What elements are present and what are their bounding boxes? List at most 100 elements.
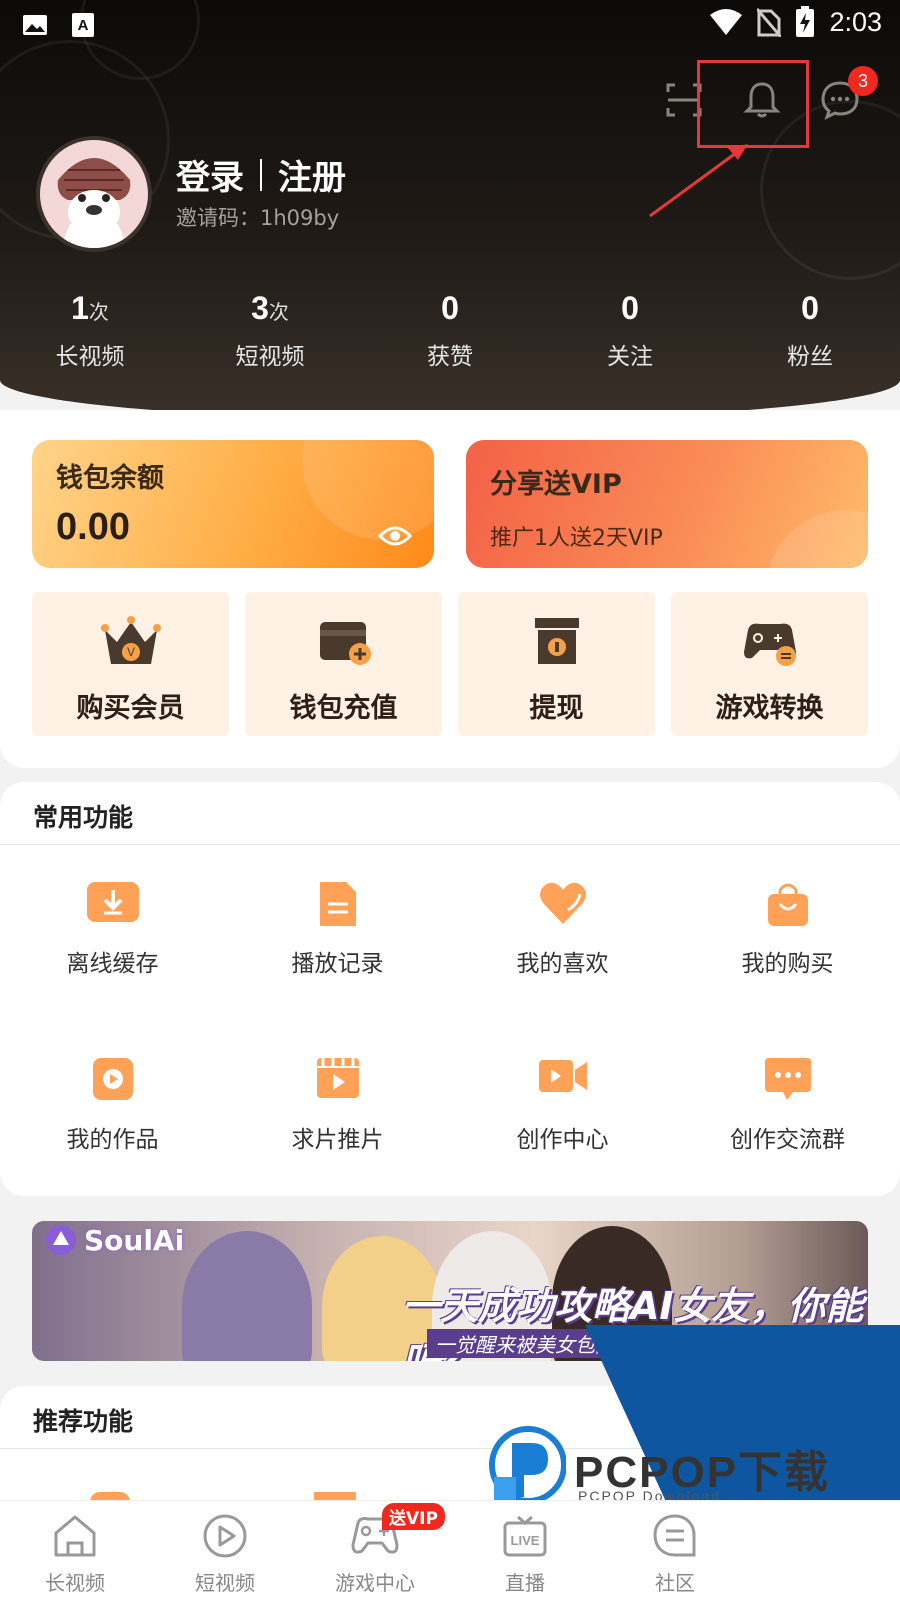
play-square-icon	[92, 1058, 133, 1100]
banner-brand: SoulAi	[44, 1223, 184, 1257]
stat-unit: 次	[268, 300, 289, 324]
wallet-add-icon	[319, 622, 371, 665]
svg-text:A: A	[78, 17, 89, 34]
crown-icon: V	[100, 616, 161, 664]
tab-label: 短视频	[195, 1571, 255, 1595]
font-notification-icon: A	[72, 13, 94, 37]
func-label: 我的购买	[741, 951, 834, 977]
tab-label: 长视频	[45, 1571, 105, 1595]
soulai-logo-icon	[46, 1225, 76, 1255]
tab-live[interactable]: LIVE 直播	[450, 1501, 600, 1600]
tile-label: 游戏转换	[715, 693, 824, 724]
stat-value: 0	[801, 290, 819, 326]
func-offline-cache[interactable]: 离线缓存	[0, 844, 225, 1020]
chat-bubble-icon	[764, 1058, 811, 1100]
tab-game-center[interactable]: 送VIP 游戏中心	[300, 1501, 450, 1600]
live-tv-icon: LIVE	[503, 1515, 547, 1557]
login-link[interactable]: 登录	[176, 150, 244, 199]
section-title: 常用功能	[33, 803, 134, 832]
decor-circle	[766, 510, 868, 568]
stat-followers[interactable]: 0 粉丝	[720, 290, 900, 371]
stat-label: 短视频	[235, 344, 305, 370]
func-label: 离线缓存	[66, 951, 159, 977]
community-chat-icon	[653, 1514, 696, 1557]
tile-label: 钱包充值	[289, 693, 398, 724]
play-circle-icon	[203, 1514, 247, 1558]
func-label: 我的喜欢	[516, 951, 609, 977]
heart-icon	[539, 882, 586, 924]
tile-game-exchange[interactable]: 游戏转换	[671, 592, 868, 736]
video-camera-icon	[538, 1060, 587, 1092]
svg-text:V: V	[126, 645, 134, 659]
tab-label: 直播	[505, 1571, 545, 1595]
image-notification-icon	[23, 15, 47, 35]
stat-unit: 次	[88, 300, 109, 324]
share-subtitle: 推广1人送2天VIP	[490, 526, 663, 551]
stat-label: 获赞	[427, 344, 473, 370]
func-creator-center[interactable]: 创作中心	[450, 1020, 675, 1196]
home-icon	[54, 1515, 96, 1557]
func-my-likes[interactable]: 我的喜欢	[450, 844, 675, 1020]
auth-row: 登录 注册	[176, 150, 346, 199]
stat-label: 长视频	[55, 344, 125, 370]
battery-charging-icon	[796, 6, 815, 37]
tab-label: 游戏中心	[335, 1571, 415, 1595]
stat-value: 1	[71, 290, 89, 326]
tile-wallet-recharge[interactable]: 钱包充值	[245, 592, 442, 736]
func-my-works[interactable]: 我的作品	[0, 1020, 225, 1196]
func-label: 创作交流群	[730, 1127, 845, 1153]
tab-community[interactable]: 社区	[600, 1501, 750, 1600]
eye-icon[interactable]	[378, 524, 412, 548]
wallet-amount: 0.00	[56, 506, 130, 548]
download-icon	[86, 882, 139, 922]
func-play-history[interactable]: 播放记录	[225, 844, 450, 1020]
wifi-icon	[710, 9, 743, 35]
status-time: 2:03	[829, 6, 882, 37]
stat-value: 3	[251, 290, 269, 326]
func-creator-group[interactable]: 创作交流群	[675, 1020, 900, 1196]
banner-character	[182, 1231, 312, 1361]
share-vip-card[interactable]: 分享送VIP 推广1人送2天VIP	[466, 440, 868, 568]
bottom-tab-bar: 长视频 短视频 送VIP 游戏中心 LIVE 直播 社区	[0, 1500, 900, 1600]
stat-label: 粉丝	[787, 344, 833, 370]
message-badge: 3	[848, 66, 878, 96]
func-my-purchases[interactable]: 我的购买	[675, 844, 900, 1020]
section-title: 推荐功能	[33, 1407, 134, 1436]
banner-brand-text: SoulAi	[84, 1223, 185, 1257]
tab-long-video[interactable]: 长视频	[0, 1501, 150, 1600]
tile-label: 购买会员	[76, 693, 185, 724]
gamepad-exchange-icon	[743, 623, 796, 666]
func-label: 求片推片	[291, 1127, 384, 1153]
stat-long-video[interactable]: 1次 长视频	[0, 290, 180, 371]
stat-value: 0	[441, 290, 459, 326]
tab-short-video[interactable]: 短视频	[150, 1501, 300, 1600]
func-request-recommend[interactable]: 求片推片	[225, 1020, 450, 1196]
func-label: 播放记录	[291, 951, 384, 977]
func-label: 创作中心	[516, 1127, 609, 1153]
stat-value: 0	[621, 290, 639, 326]
status-bar: A 2:03	[0, 0, 900, 50]
wallet-title: 钱包余额	[56, 463, 164, 494]
clapperboard-icon	[316, 1058, 359, 1098]
pangolin-avatar-icon	[40, 140, 148, 248]
message-button[interactable]: 3	[820, 66, 878, 120]
stat-short-video[interactable]: 3次 短视频	[180, 290, 360, 371]
document-icon	[319, 882, 356, 926]
tile-buy-vip[interactable]: V 购买会员	[32, 592, 229, 736]
svg-text:LIVE: LIVE	[511, 1533, 540, 1548]
register-link[interactable]: 注册	[278, 150, 346, 199]
common-functions-grid: 离线缓存 播放记录 我的喜欢 我的购买 我的作品 求片推片 创作中心 创作交流群	[0, 844, 900, 1196]
withdraw-box-icon	[534, 618, 579, 664]
common-functions-panel: 常用功能 离线缓存 播放记录 我的喜欢 我的购买 我的作品 求片推片 创作中心 …	[0, 782, 900, 1196]
tile-withdraw[interactable]: 提现	[458, 592, 655, 736]
stat-label: 关注	[607, 344, 653, 370]
wallet-actions: V 购买会员 钱包充值 提现 游戏转换	[32, 592, 868, 736]
avatar[interactable]	[36, 136, 152, 252]
pcpop-logo-icon	[489, 1426, 566, 1507]
wallet-card[interactable]: 钱包余额 0.00	[32, 440, 434, 568]
share-title: 分享送VIP	[490, 469, 622, 500]
tab-badge: 送VIP	[382, 1503, 445, 1530]
stat-likes[interactable]: 0 获赞	[360, 290, 540, 371]
stat-following[interactable]: 0 关注	[540, 290, 720, 371]
func-label: 我的作品	[66, 1127, 159, 1153]
